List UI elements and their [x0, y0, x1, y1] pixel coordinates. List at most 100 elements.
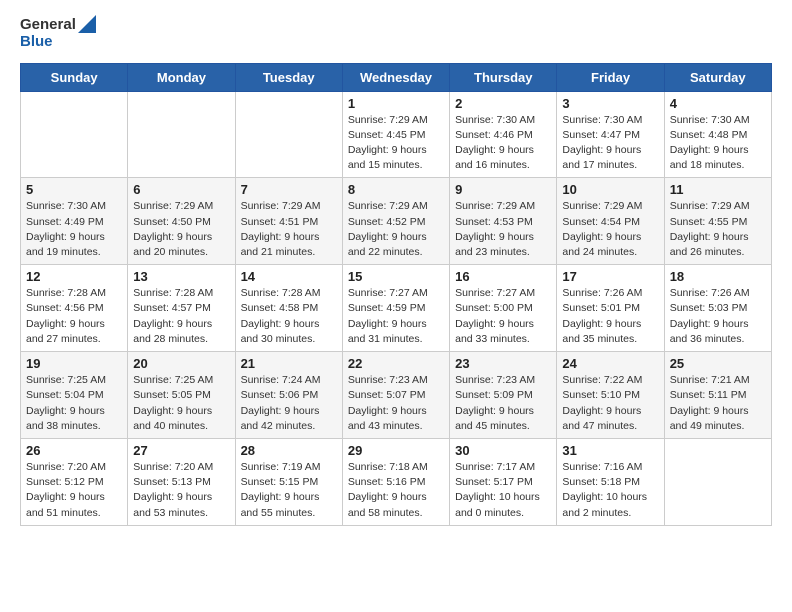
week-row-5: 26 Sunrise: 7:20 AM Sunset: 5:12 PM Dayli…	[21, 439, 772, 526]
header: General Blue	[20, 16, 772, 51]
day-info: Sunrise: 7:17 AM Sunset: 5:17 PM Dayligh…	[455, 460, 551, 521]
day-number: 14	[241, 269, 337, 284]
day-number: 10	[562, 182, 658, 197]
day-cell: 2 Sunrise: 7:30 AM Sunset: 4:46 PM Daylig…	[450, 91, 557, 178]
day-cell: 21Sunrise: 7:24 AM Sunset: 5:06 PM Dayli…	[235, 352, 342, 439]
day-number: 31	[562, 443, 658, 458]
day-number: 29	[348, 443, 444, 458]
week-row-2: 5 Sunrise: 7:30 AM Sunset: 4:49 PM Daylig…	[21, 178, 772, 265]
day-cell: 7 Sunrise: 7:29 AM Sunset: 4:51 PM Daylig…	[235, 178, 342, 265]
day-number: 17	[562, 269, 658, 284]
day-info: Sunrise: 7:29 AM Sunset: 4:54 PM Dayligh…	[562, 199, 658, 260]
day-info: Sunrise: 7:19 AM Sunset: 5:15 PM Dayligh…	[241, 460, 337, 521]
day-cell: 15 Sunrise: 7:27 AM Sunset: 4:59 PM Dayli…	[342, 265, 449, 352]
day-number: 5	[26, 182, 122, 197]
day-info: Sunrise: 7:20 AM Sunset: 5:13 PM Dayligh…	[133, 460, 229, 521]
day-info: Sunrise: 7:29 AM Sunset: 4:45 PM Dayligh…	[348, 113, 444, 174]
day-cell: 25 Sunrise: 7:21 AM Sunset: 5:11 PM Dayli…	[664, 352, 771, 439]
day-number: 2	[455, 96, 551, 111]
day-cell: 13 Sunrise: 7:28 AM Sunset: 4:57 PM Dayli…	[128, 265, 235, 352]
day-cell: 12 Sunrise: 7:28 AM Sunset: 4:56 PM Dayli…	[21, 265, 128, 352]
day-cell: 28 Sunrise: 7:19 AM Sunset: 5:15 PM Dayli…	[235, 439, 342, 526]
day-cell: 17 Sunrise: 7:26 AM Sunset: 5:01 PM Dayli…	[557, 265, 664, 352]
day-info: Sunrise: 7:29 AM Sunset: 4:50 PM Dayligh…	[133, 199, 229, 260]
day-info: Sunrise: 7:23 AM Sunset: 5:09 PM Dayligh…	[455, 373, 551, 434]
column-header-sunday: Sunday	[21, 63, 128, 91]
day-number: 8	[348, 182, 444, 197]
day-cell: 20 Sunrise: 7:25 AM Sunset: 5:05 PM Dayli…	[128, 352, 235, 439]
day-cell: 14 Sunrise: 7:28 AM Sunset: 4:58 PM Dayli…	[235, 265, 342, 352]
day-info: Sunrise: 7:28 AM Sunset: 4:58 PM Dayligh…	[241, 286, 337, 347]
day-info: Sunrise: 7:30 AM Sunset: 4:47 PM Dayligh…	[562, 113, 658, 174]
day-cell: 22 Sunrise: 7:23 AM Sunset: 5:07 PM Dayli…	[342, 352, 449, 439]
column-header-thursday: Thursday	[450, 63, 557, 91]
day-info: Sunrise: 7:22 AM Sunset: 5:10 PM Dayligh…	[562, 373, 658, 434]
logo-general: General	[20, 16, 76, 33]
day-cell: 1 Sunrise: 7:29 AM Sunset: 4:45 PM Daylig…	[342, 91, 449, 178]
day-info: Sunrise: 7:25 AM Sunset: 5:05 PM Dayligh…	[133, 373, 229, 434]
day-info: Sunrise: 7:27 AM Sunset: 4:59 PM Dayligh…	[348, 286, 444, 347]
day-info: Sunrise: 7:29 AM Sunset: 4:51 PM Dayligh…	[241, 199, 337, 260]
day-info: Sunrise: 7:20 AM Sunset: 5:12 PM Dayligh…	[26, 460, 122, 521]
day-info: Sunrise: 7:29 AM Sunset: 4:53 PM Dayligh…	[455, 199, 551, 260]
logo-container: General Blue	[20, 16, 96, 51]
day-number: 28	[241, 443, 337, 458]
day-info: Sunrise: 7:30 AM Sunset: 4:48 PM Dayligh…	[670, 113, 766, 174]
day-cell: 23 Sunrise: 7:23 AM Sunset: 5:09 PM Dayli…	[450, 352, 557, 439]
day-info: Sunrise: 7:24 AM Sunset: 5:06 PM Dayligh…	[241, 373, 337, 434]
page: General Blue SundayMondayTuesdayWednesda…	[0, 0, 792, 546]
day-cell: 29 Sunrise: 7:18 AM Sunset: 5:16 PM Dayli…	[342, 439, 449, 526]
day-cell: 11Sunrise: 7:29 AM Sunset: 4:55 PM Dayli…	[664, 178, 771, 265]
day-info: Sunrise: 7:28 AM Sunset: 4:57 PM Dayligh…	[133, 286, 229, 347]
day-cell: 6 Sunrise: 7:29 AM Sunset: 4:50 PM Daylig…	[128, 178, 235, 265]
day-cell: 31Sunrise: 7:16 AM Sunset: 5:18 PM Dayli…	[557, 439, 664, 526]
day-cell: 8 Sunrise: 7:29 AM Sunset: 4:52 PM Daylig…	[342, 178, 449, 265]
day-number: 25	[670, 356, 766, 371]
day-number: 20	[133, 356, 229, 371]
day-cell: 10 Sunrise: 7:29 AM Sunset: 4:54 PM Dayli…	[557, 178, 664, 265]
day-number: 16	[455, 269, 551, 284]
day-info: Sunrise: 7:23 AM Sunset: 5:07 PM Dayligh…	[348, 373, 444, 434]
day-number: 22	[348, 356, 444, 371]
day-cell: 16 Sunrise: 7:27 AM Sunset: 5:00 PM Dayli…	[450, 265, 557, 352]
day-info: Sunrise: 7:30 AM Sunset: 4:46 PM Dayligh…	[455, 113, 551, 174]
day-number: 30	[455, 443, 551, 458]
day-number: 6	[133, 182, 229, 197]
day-number: 27	[133, 443, 229, 458]
day-number: 7	[241, 182, 337, 197]
day-number: 19	[26, 356, 122, 371]
day-number: 4	[670, 96, 766, 111]
day-number: 23	[455, 356, 551, 371]
column-header-friday: Friday	[557, 63, 664, 91]
day-info: Sunrise: 7:25 AM Sunset: 5:04 PM Dayligh…	[26, 373, 122, 434]
day-number: 12	[26, 269, 122, 284]
day-number: 11	[670, 182, 766, 197]
day-number: 26	[26, 443, 122, 458]
day-info: Sunrise: 7:18 AM Sunset: 5:16 PM Dayligh…	[348, 460, 444, 521]
day-cell	[235, 91, 342, 178]
day-number: 9	[455, 182, 551, 197]
day-number: 1	[348, 96, 444, 111]
day-cell: 26 Sunrise: 7:20 AM Sunset: 5:12 PM Dayli…	[21, 439, 128, 526]
logo: General Blue	[20, 16, 96, 51]
day-number: 15	[348, 269, 444, 284]
day-number: 3	[562, 96, 658, 111]
day-cell: 4 Sunrise: 7:30 AM Sunset: 4:48 PM Daylig…	[664, 91, 771, 178]
logo-triangle-icon	[78, 15, 96, 33]
day-cell: 9 Sunrise: 7:29 AM Sunset: 4:53 PM Daylig…	[450, 178, 557, 265]
calendar-table: SundayMondayTuesdayWednesdayThursdayFrid…	[20, 63, 772, 526]
day-info: Sunrise: 7:26 AM Sunset: 5:01 PM Dayligh…	[562, 286, 658, 347]
day-info: Sunrise: 7:28 AM Sunset: 4:56 PM Dayligh…	[26, 286, 122, 347]
day-info: Sunrise: 7:29 AM Sunset: 4:52 PM Dayligh…	[348, 199, 444, 260]
day-cell	[21, 91, 128, 178]
day-cell: 18Sunrise: 7:26 AM Sunset: 5:03 PM Dayli…	[664, 265, 771, 352]
day-cell: 19 Sunrise: 7:25 AM Sunset: 5:04 PM Dayli…	[21, 352, 128, 439]
column-header-wednesday: Wednesday	[342, 63, 449, 91]
logo-blue: Blue	[20, 33, 76, 50]
day-cell	[128, 91, 235, 178]
day-number: 18	[670, 269, 766, 284]
day-info: Sunrise: 7:27 AM Sunset: 5:00 PM Dayligh…	[455, 286, 551, 347]
day-info: Sunrise: 7:21 AM Sunset: 5:11 PM Dayligh…	[670, 373, 766, 434]
day-info: Sunrise: 7:30 AM Sunset: 4:49 PM Dayligh…	[26, 199, 122, 260]
day-number: 13	[133, 269, 229, 284]
